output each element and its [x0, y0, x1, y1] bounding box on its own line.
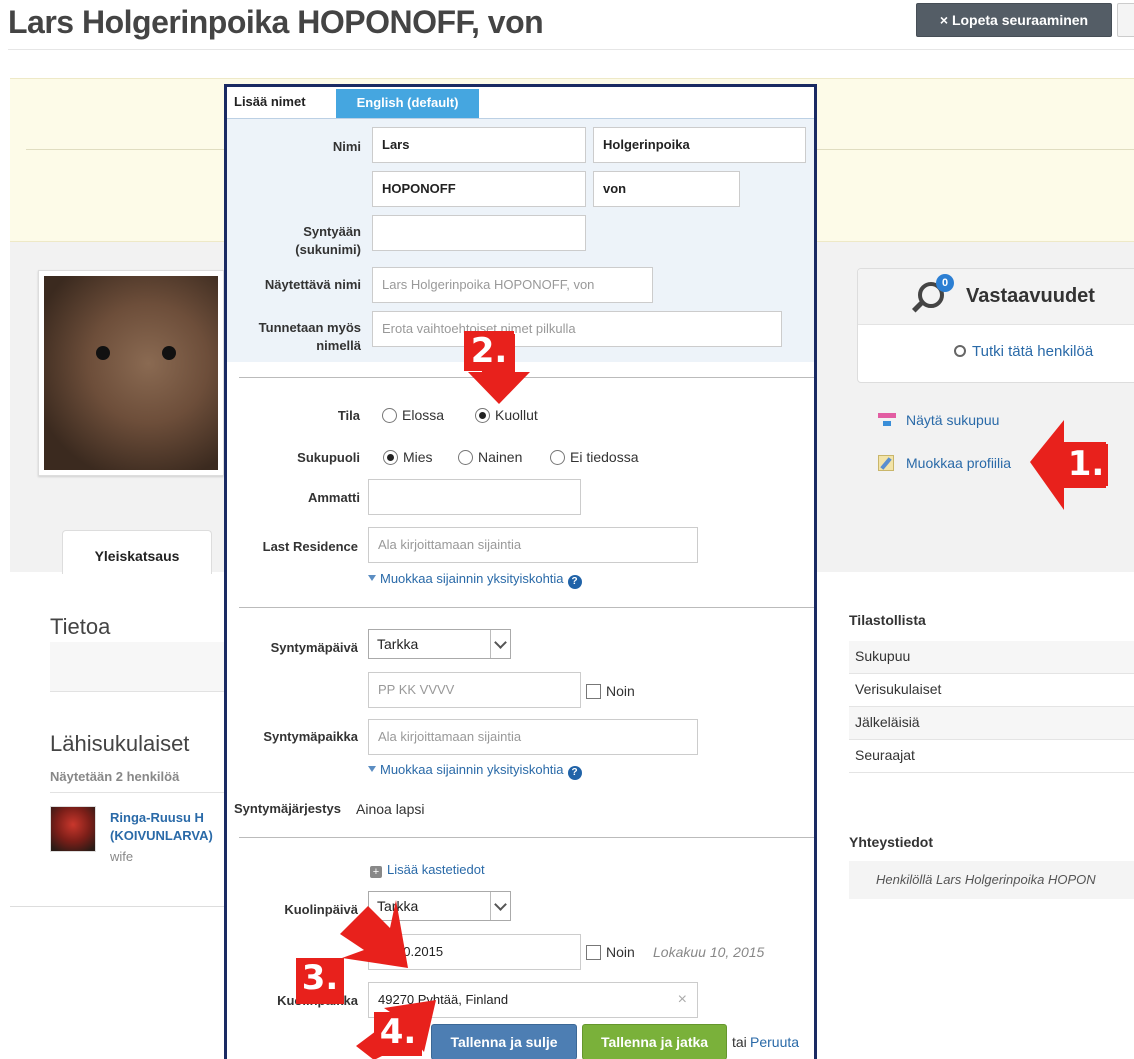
name-label: Nimi [332, 139, 361, 154]
clear-icon[interactable]: × [678, 983, 687, 1017]
display-name-field[interactable]: Lars Holgerinpoika HOPONOFF, von [372, 267, 653, 303]
or-text: tai [732, 1034, 747, 1050]
death-date-field[interactable]: 10.10.2015 [368, 934, 581, 970]
relatives-heading: Lähisukulaiset [50, 731, 190, 756]
matches-count-badge: 0 [936, 274, 954, 292]
caret-down-icon [368, 766, 376, 772]
research-person-link[interactable]: Tutki tätä henkilöä [954, 343, 1093, 360]
edit-icon [878, 455, 894, 471]
birth-date-precision-select[interactable]: Tarkka [368, 629, 511, 659]
stats-list: Sukupuu Verisukulaiset Jälkeläisiä Seura… [849, 641, 1134, 773]
tab-overview[interactable]: Yleiskatsaus [62, 530, 212, 574]
death-date-formatted: Lokakuu 10, 2015 [653, 944, 765, 960]
save-and-continue-button[interactable]: Tallenna ja jatka [582, 1024, 727, 1059]
stats-row[interactable]: Seuraajat [849, 740, 1134, 773]
chevron-down-icon [490, 892, 510, 920]
about-box [50, 642, 225, 692]
title-divider [8, 49, 1134, 50]
also-known-as-field[interactable]: Erota vaihtoehtoiset nimet pilkulla [372, 311, 782, 347]
birth-surname-label: Syntyään (sukunimi) [295, 224, 361, 257]
cancel-link[interactable]: Peruuta [750, 1034, 799, 1050]
birth-date-label: Syntymäpäivä [270, 640, 358, 655]
family-tree-icon [878, 413, 896, 427]
plus-icon: + [370, 866, 382, 878]
edit-profile-link[interactable]: Muokkaa profiilia [878, 455, 1011, 471]
last-residence-field[interactable]: Ala kirjoittamaan sijaintia [368, 527, 698, 563]
gender-female-radio[interactable]: Nainen [458, 449, 522, 465]
first-name-field[interactable]: Lars [372, 127, 586, 163]
edit-profile-dialog: Lisää nimet English (default) Nimi Lars … [224, 84, 817, 1059]
page-title: Lars Holgerinpoika HOPONOFF, von [8, 4, 544, 40]
status-label: Tila [337, 408, 360, 423]
relative-role: wife [110, 849, 134, 864]
death-date-approx-checkbox[interactable]: Noin [586, 944, 635, 960]
last-name-field[interactable]: HOPONOFF [372, 171, 586, 207]
more-button[interactable] [1117, 3, 1134, 37]
birth-place-label: Syntymäpaikka [263, 729, 358, 744]
birth-order-label: Syntymäjärjestys [234, 801, 341, 816]
suffix-field[interactable]: von [593, 171, 740, 207]
contact-text: Henkilöllä Lars Holgerinpoika HOPON [849, 861, 1134, 899]
stats-row[interactable]: Jälkeläisiä [849, 707, 1134, 740]
last-residence-label: Last Residence [262, 539, 358, 554]
help-icon[interactable]: ? [567, 575, 582, 589]
stats-heading: Tilastollista [849, 612, 926, 628]
tab-language-english[interactable]: English (default) [336, 89, 479, 118]
relative-avatar[interactable] [50, 806, 96, 852]
occupation-field[interactable] [368, 479, 581, 515]
status-deceased-radio[interactable]: Kuollut [475, 407, 538, 423]
birth-surname-field[interactable] [372, 215, 586, 251]
death-date-precision-select[interactable]: Tarkka [368, 891, 511, 921]
gender-label: Sukupuoli [297, 450, 360, 465]
caret-down-icon [368, 575, 376, 581]
status-alive-radio[interactable]: Elossa [382, 407, 444, 423]
stats-row[interactable]: Verisukulaiset [849, 674, 1134, 707]
gender-male-radio[interactable]: Mies [383, 449, 433, 465]
relatives-count: Näytetään 2 henkilöä [50, 769, 180, 784]
display-name-label: Näytettävä nimi [264, 277, 361, 292]
add-baptism-link[interactable]: + Lisää kastetiedot [370, 862, 485, 878]
matches-panel: 0 Vastaavuudet Tutki tätä henkilöä [857, 268, 1134, 383]
gender-unknown-radio[interactable]: Ei tiedossa [550, 449, 638, 465]
death-date-label: Kuolinpäivä [284, 902, 358, 917]
occupation-label: Ammatti [307, 490, 360, 505]
relative-name-link[interactable]: Ringa-Ruusu H (KOIVUNLARVA) [110, 809, 225, 845]
birth-place-field[interactable]: Ala kirjoittamaan sijaintia [368, 719, 698, 755]
edit-location-details-link[interactable]: Muokkaa sijainnin yksityiskohtia? [368, 571, 582, 589]
birth-date-field[interactable]: PP KK VVVV [368, 672, 581, 708]
save-and-close-button[interactable]: Tallenna ja sulje [431, 1024, 577, 1059]
profile-photo[interactable] [38, 270, 224, 476]
unfollow-button[interactable]: × Lopeta seuraaminen [916, 3, 1112, 37]
profile-picture-image [44, 276, 218, 470]
edit-birth-location-details-link[interactable]: Muokkaa sijainnin yksityiskohtia? [368, 762, 582, 780]
search-icon [954, 345, 966, 357]
stats-row[interactable]: Sukupuu [849, 641, 1134, 674]
matches-title: Vastaavuudet [966, 285, 1095, 307]
also-known-as-label: Tunnetaan myös nimellä [258, 320, 361, 353]
middle-name-field[interactable]: Holgerinpoika [593, 127, 806, 163]
chevron-down-icon [490, 630, 510, 658]
show-family-tree-link[interactable]: Näytä sukupuu [878, 412, 999, 428]
tab-add-names[interactable]: Lisää nimet [228, 89, 312, 119]
about-heading: Tietoa [50, 614, 111, 639]
contact-heading: Yhteystiedot [849, 834, 934, 850]
birth-date-approx-checkbox[interactable]: Noin [586, 683, 635, 699]
birth-order-value: Ainoa lapsi [356, 801, 425, 817]
help-icon[interactable]: ? [567, 766, 582, 780]
